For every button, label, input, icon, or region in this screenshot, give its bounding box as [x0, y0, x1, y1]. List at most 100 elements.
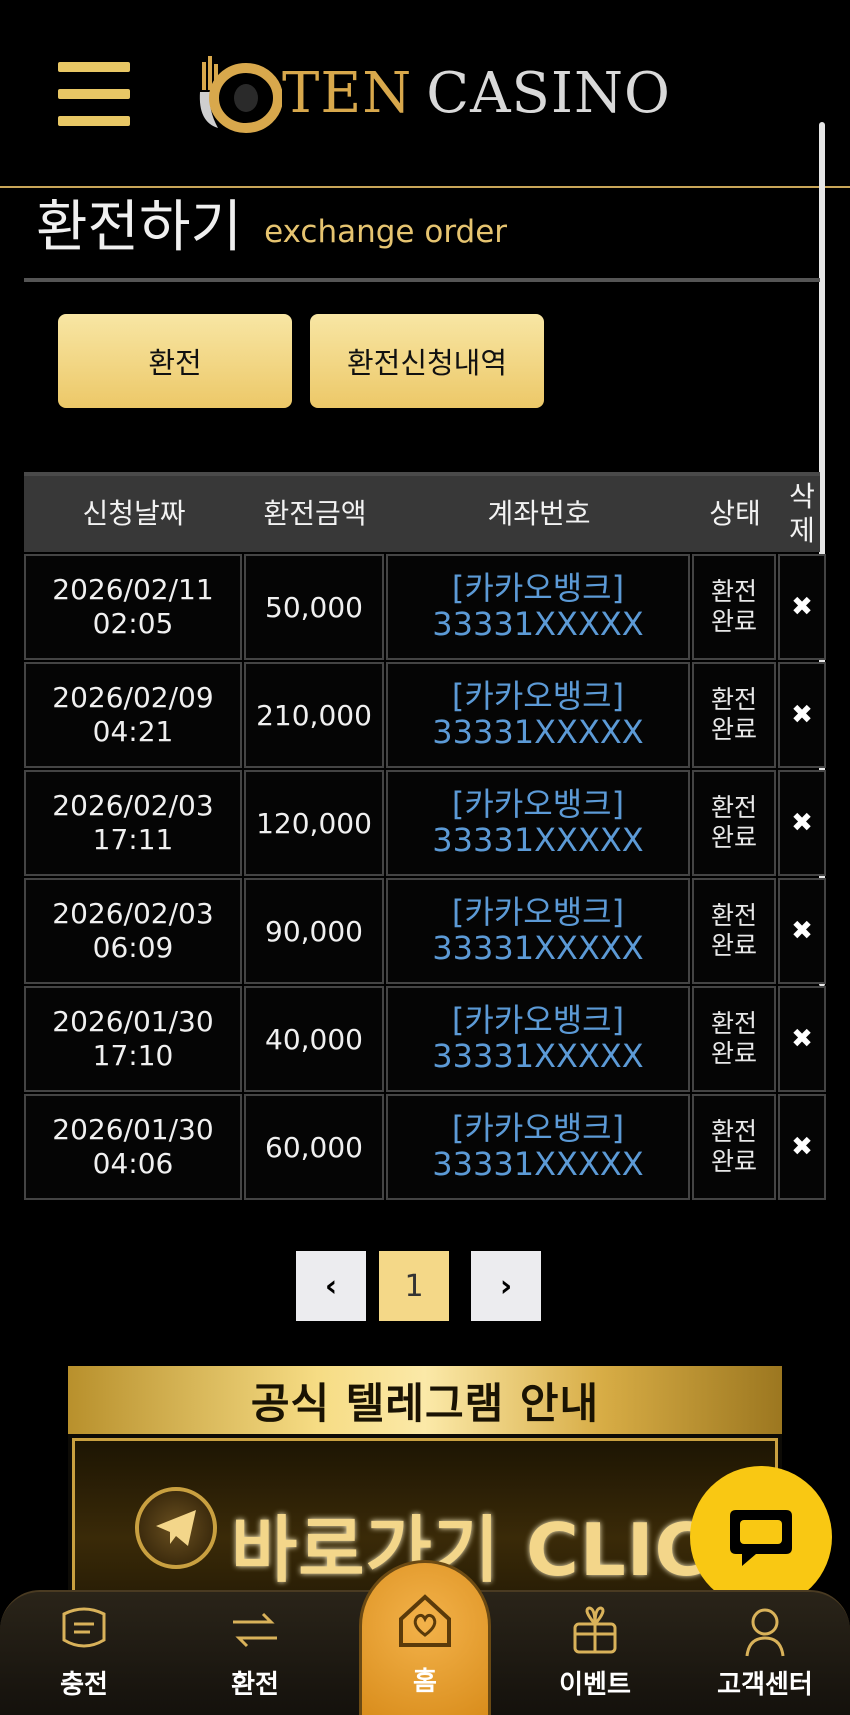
next-page-button[interactable]: › [471, 1251, 541, 1321]
logo-ten-text: TEN [282, 61, 413, 126]
account-cell: [카카오뱅크] 33331XXXXX [386, 1094, 690, 1200]
date-value: 2026/02/03 [52, 897, 214, 931]
home-icon [399, 1594, 451, 1647]
title-divider [24, 278, 820, 282]
exchange-icon [233, 1612, 277, 1648]
chat-icon [730, 1510, 792, 1566]
status-line1: 환전 [710, 685, 757, 714]
page-title-ko: 환전하기 [36, 195, 243, 260]
status-line2: 완료 [710, 931, 757, 960]
status-line2: 완료 [710, 1039, 757, 1068]
status-line2: 완료 [710, 607, 757, 636]
status-line1: 환전 [710, 793, 757, 822]
charge-icon [62, 1607, 106, 1648]
table-row: 2026/02/03 06:09 90,000 [카카오뱅크] 33331XXXXX… [24, 878, 826, 984]
delete-icon[interactable]: ✖ [778, 1094, 826, 1200]
table-row: 2026/02/03 17:11 120,000 [카카오뱅크] 33331XXXX… [24, 770, 826, 876]
logo-casino-text: CASINO [426, 61, 671, 126]
delete-icon[interactable]: ✖ [778, 878, 826, 984]
nav-exchange[interactable]: 환전 [195, 1592, 315, 1715]
status-line2: 완료 [710, 715, 757, 744]
account-cell: [카카오뱅크] 33331XXXXX [386, 770, 690, 876]
nav-event[interactable]: 이벤트 [535, 1592, 655, 1715]
bank-name: [카카오뱅크] [451, 1109, 625, 1148]
bank-name: [카카오뱅크] [451, 1001, 625, 1040]
logo[interactable]: TEN CASINO [196, 52, 671, 136]
col-header-delete-line2: 제 [789, 514, 815, 547]
nav-charge[interactable]: 충전 [24, 1592, 144, 1715]
status-cell: 환전 완료 [692, 554, 776, 660]
amount-cell: 40,000 [244, 986, 384, 1092]
status-line1: 환전 [710, 1009, 757, 1038]
table-header: 신청날짜 환전금액 계좌번호 상태 삭 제 [24, 472, 820, 552]
status-line1: 환전 [710, 901, 757, 930]
date-cell: 2026/02/03 17:11 [24, 770, 242, 876]
date-value: 2026/02/03 [52, 789, 214, 823]
amount-cell: 60,000 [244, 1094, 384, 1200]
support-icon [745, 1608, 785, 1657]
account-number: 33331XXXXX [432, 929, 644, 967]
date-value: 2026/01/30 [52, 1005, 214, 1039]
page-title: 환전하기 exchange order [36, 184, 507, 256]
col-header-date: 신청날짜 [82, 497, 186, 531]
date-value: 2026/02/11 [52, 573, 214, 607]
col-header-delete: 삭 제 [778, 476, 826, 552]
col-header-delete-line1: 삭 [789, 480, 815, 514]
prev-page-button[interactable]: ‹ [296, 1251, 366, 1321]
telegram-icon [135, 1487, 217, 1569]
gift-icon [573, 1606, 617, 1654]
delete-icon[interactable]: ✖ [778, 986, 826, 1092]
nav-support[interactable]: 고객센터 [705, 1592, 825, 1715]
time-value: 04:21 [92, 715, 174, 748]
nav-home-button[interactable]: 홈 [359, 1560, 491, 1715]
status-cell: 환전 완료 [692, 770, 776, 876]
banner-title: 공식 텔레그램 안내 [68, 1366, 782, 1434]
delete-icon[interactable]: ✖ [778, 770, 826, 876]
nav-charge-label: 충전 [60, 1670, 108, 1700]
account-number: 33331XXXXX [432, 821, 644, 859]
status-line1: 환전 [710, 1117, 757, 1146]
date-value: 2026/02/09 [52, 681, 214, 715]
table-row: 2026/02/09 04:21 210,000 [카카오뱅크] 33331XXXX… [24, 662, 826, 768]
bank-name: [카카오뱅크] [451, 677, 625, 716]
date-cell: 2026/02/11 02:05 [24, 554, 242, 660]
delete-icon[interactable]: ✖ [778, 662, 826, 768]
account-cell: [카카오뱅크] 33331XXXXX [386, 554, 690, 660]
bank-name: [카카오뱅크] [451, 785, 625, 824]
chat-button[interactable] [690, 1466, 832, 1608]
time-value: 17:10 [92, 1039, 174, 1072]
date-value: 2026/01/30 [52, 1113, 214, 1147]
date-cell: 2026/01/30 17:10 [24, 986, 242, 1092]
status-cell: 환전 완료 [692, 986, 776, 1092]
logo-mark-icon [196, 52, 283, 136]
time-value: 04:06 [92, 1147, 174, 1180]
time-value: 17:11 [92, 823, 174, 856]
status-line2: 완료 [710, 823, 757, 852]
delete-icon[interactable]: ✖ [778, 554, 826, 660]
account-number: 33331XXXXX [432, 1145, 644, 1183]
col-header-status: 상태 [709, 497, 761, 531]
exchange-tab-button[interactable]: 환전 [58, 314, 292, 408]
col-header-account: 계좌번호 [487, 497, 591, 531]
status-cell: 환전 완료 [692, 662, 776, 768]
account-number: 33331XXXXX [432, 605, 644, 643]
nav-support-label: 고객센터 [717, 1670, 813, 1700]
amount-cell: 50,000 [244, 554, 384, 660]
bank-name: [카카오뱅크] [451, 893, 625, 932]
bank-name: [카카오뱅크] [451, 569, 625, 608]
status-cell: 환전 완료 [692, 878, 776, 984]
menu-icon[interactable] [58, 62, 130, 126]
account-cell: [카카오뱅크] 33331XXXXX [386, 878, 690, 984]
date-cell: 2026/01/30 04:06 [24, 1094, 242, 1200]
col-header-amount: 환전금액 [263, 497, 367, 531]
account-cell: [카카오뱅크] 33331XXXXX [386, 662, 690, 768]
date-cell: 2026/02/09 04:21 [24, 662, 242, 768]
status-line1: 환전 [710, 577, 757, 606]
table-row: 2026/02/11 02:05 50,000 [카카오뱅크] 33331XXXXX… [24, 554, 826, 660]
nav-home-label: 홈 [413, 1667, 437, 1697]
page-number-button[interactable]: 1 [379, 1251, 449, 1321]
status-line2: 완료 [710, 1147, 757, 1176]
exchange-history-tab-button[interactable]: 환전신청내역 [310, 314, 544, 408]
top-header: TEN CASINO [0, 0, 850, 188]
amount-cell: 90,000 [244, 878, 384, 984]
